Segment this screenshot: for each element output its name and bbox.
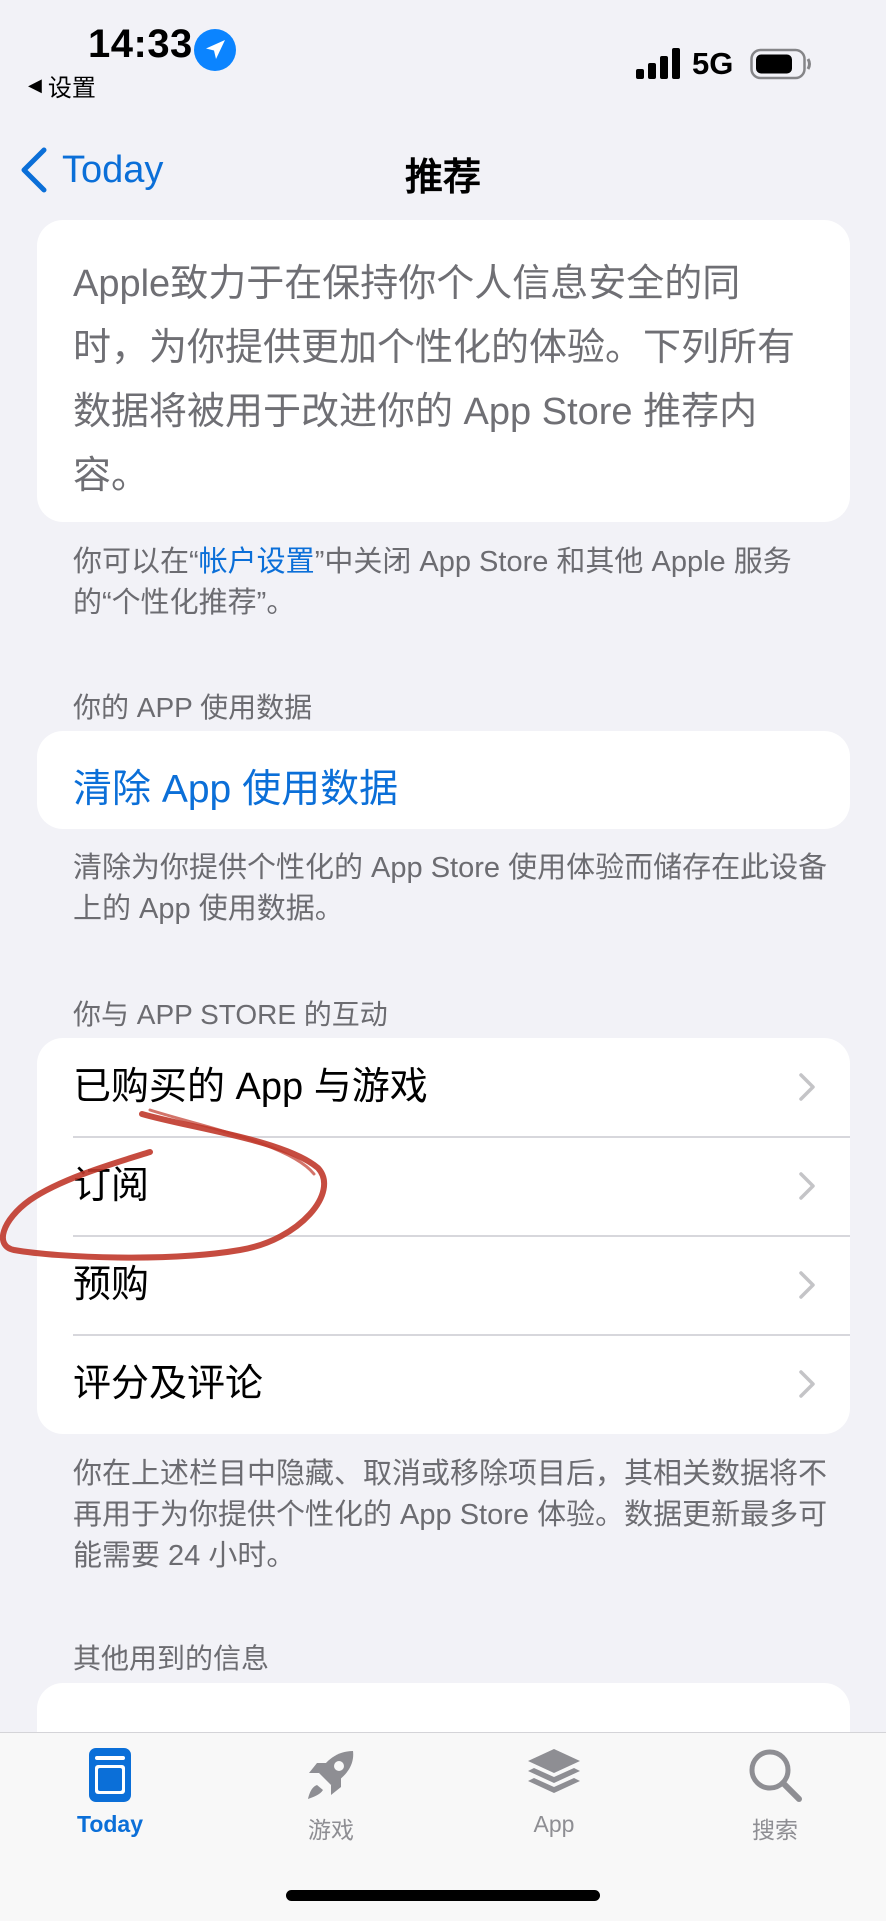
row-ratings-reviews[interactable]: 评分及评论 xyxy=(37,1335,850,1434)
intro-note: 你可以在“帐户设置”中关闭 App Store 和其他 Apple 服务的“个性… xyxy=(73,542,853,624)
usage-note: 清除为你提供个性化的 App Store 使用体验而储存在此设备上的 App 使… xyxy=(73,852,828,925)
rocket-icon xyxy=(308,1751,354,1799)
status-time: 14:33 xyxy=(88,22,193,66)
tab-label: 游戏 xyxy=(308,1817,354,1843)
search-icon xyxy=(749,1749,802,1802)
network-type: 5G xyxy=(692,46,734,81)
clear-usage-data-button[interactable]: 清除 App 使用数据 xyxy=(73,758,398,814)
account-settings-link[interactable]: 帐户设置 xyxy=(199,546,315,578)
back-app-label: 设置 xyxy=(47,75,96,102)
chevron-right-icon xyxy=(799,1271,815,1299)
home-indicator[interactable] xyxy=(286,1890,600,1901)
tab-label: App xyxy=(533,1811,575,1837)
usage-section-header: 你的 APP 使用数据 xyxy=(73,692,313,723)
tab-games[interactable]: 游戏 xyxy=(251,1745,411,1845)
row-label: 订阅 xyxy=(73,1165,150,1207)
interaction-note: 你在上述栏目中隐藏、取消或移除项目后，其相关数据将不再用于为你提供个性化的 Ap… xyxy=(73,1458,828,1572)
tab-apps[interactable]: App xyxy=(474,1745,634,1838)
app-stack-icon xyxy=(528,1749,580,1793)
row-label: 已购买的 App 与游戏 xyxy=(73,1066,428,1108)
tab-search[interactable]: 搜索 xyxy=(695,1745,855,1845)
row-subscriptions[interactable]: 订阅 xyxy=(37,1137,850,1236)
tab-label: 搜索 xyxy=(752,1817,798,1843)
intro-note-before: 你可以在“ xyxy=(73,546,199,578)
signal-bars-icon xyxy=(636,48,680,79)
location-arrow-icon xyxy=(194,29,236,71)
other-section-header: 其他用到的信息 xyxy=(73,1643,270,1674)
chevron-right-icon xyxy=(799,1172,815,1200)
back-to-app-button[interactable]: ◀ 设置 xyxy=(28,68,96,103)
back-triangle-icon: ◀ xyxy=(28,75,42,95)
battery-icon xyxy=(750,48,811,80)
row-purchased-apps[interactable]: 已购买的 App 与游戏 xyxy=(37,1038,850,1137)
interaction-section-header: 你与 APP STORE 的互动 xyxy=(73,999,388,1030)
row-preorders[interactable]: 预购 xyxy=(37,1236,850,1335)
today-icon xyxy=(89,1748,131,1802)
chevron-right-icon xyxy=(799,1073,815,1101)
tab-today[interactable]: Today xyxy=(30,1745,190,1838)
tab-label: Today xyxy=(76,1811,144,1837)
intro-text: Apple致力于在保持你个人信息安全的同时，为你提供更加个性化的体验。下列所有数… xyxy=(73,263,796,497)
page-title: 推荐 xyxy=(404,157,481,199)
chevron-right-icon xyxy=(799,1370,815,1398)
row-label: 预购 xyxy=(73,1264,150,1306)
row-label: 评分及评论 xyxy=(73,1363,264,1405)
